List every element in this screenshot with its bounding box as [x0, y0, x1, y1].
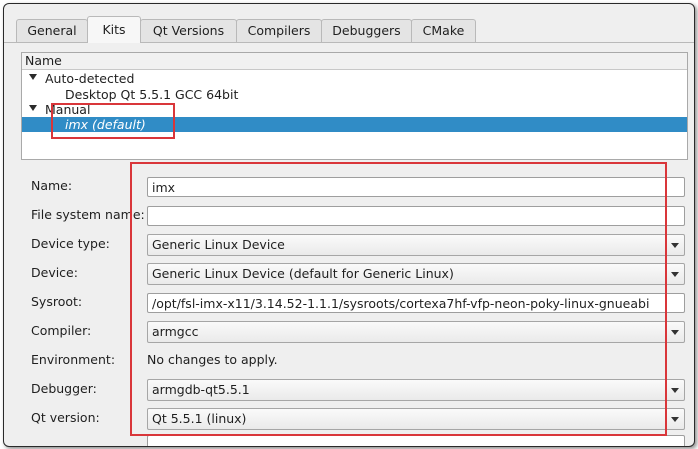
debugger-label: Debugger: — [31, 381, 97, 396]
sysroot-input[interactable]: /opt/fsl-imx-x11/3.14.52-1.1.1/sysroots/… — [147, 293, 685, 313]
kit-label: Desktop Qt 5.5.1 GCC 64bit — [65, 87, 239, 102]
device-select[interactable]: Generic Linux Device (default for Generi… — [147, 263, 685, 285]
qt-version-select[interactable]: Qt 5.5.1 (linux) — [147, 408, 685, 430]
group-label: Manual — [45, 102, 91, 117]
kit-label: imx (default) — [65, 117, 146, 132]
device-type-value: Generic Linux Device — [152, 237, 285, 252]
tab-kits[interactable]: Kits — [87, 16, 141, 43]
name-input[interactable]: imx — [147, 177, 685, 197]
sysroot-label: Sysroot: — [31, 294, 83, 309]
expand-triangle-icon[interactable] — [29, 74, 37, 80]
device-label: Device: — [31, 265, 78, 280]
environment-value: No changes to apply. — [147, 352, 278, 367]
kits-options-panel: General Kits Qt Versions Compilers Debug… — [3, 3, 695, 447]
tree-item-desktop-kit[interactable]: Desktop Qt 5.5.1 GCC 64bit — [22, 87, 687, 102]
environment-label: Environment: — [31, 352, 116, 367]
compiler-label: Compiler: — [31, 323, 92, 338]
debugger-select[interactable]: armgdb-qt5.5.1 — [147, 379, 685, 401]
tab-general[interactable]: General — [16, 19, 88, 42]
next-field-partial[interactable] — [147, 435, 685, 446]
name-label: Name: — [31, 178, 73, 193]
tree-group-manual[interactable]: Manual — [22, 102, 687, 117]
chevron-down-icon[interactable] — [671, 388, 679, 393]
group-label: Auto-detected — [45, 71, 135, 86]
tab-qt-versions[interactable]: Qt Versions — [140, 19, 237, 42]
compiler-value: armgcc — [152, 324, 199, 339]
chevron-down-icon[interactable] — [671, 330, 679, 335]
expand-triangle-icon[interactable] — [29, 105, 37, 111]
kits-tree[interactable]: Name Auto-detected Desktop Qt 5.5.1 GCC … — [21, 52, 688, 160]
chevron-down-icon[interactable] — [671, 243, 679, 248]
tab-cmake[interactable]: CMake — [411, 19, 476, 42]
qt-version-label: Qt version: — [31, 410, 100, 425]
chevron-down-icon[interactable] — [671, 272, 679, 277]
device-value: Generic Linux Device (default for Generi… — [152, 266, 454, 281]
compiler-select[interactable]: armgcc — [147, 321, 685, 343]
tab-compilers[interactable]: Compilers — [236, 19, 322, 42]
device-type-select[interactable]: Generic Linux Device — [147, 234, 685, 256]
qt-version-value: Qt 5.5.1 (linux) — [152, 411, 247, 426]
chevron-down-icon[interactable] — [671, 417, 679, 422]
tree-group-auto-detected[interactable]: Auto-detected — [22, 71, 687, 86]
device-type-label: Device type: — [31, 236, 110, 251]
tree-header-name[interactable]: Name — [22, 53, 687, 70]
tab-debuggers[interactable]: Debuggers — [321, 19, 412, 42]
tree-item-imx-kit[interactable]: imx (default) — [22, 117, 687, 132]
file-system-name-input[interactable] — [147, 206, 685, 226]
file-system-name-label: File system name: — [31, 207, 145, 222]
debugger-value: armgdb-qt5.5.1 — [152, 382, 250, 397]
